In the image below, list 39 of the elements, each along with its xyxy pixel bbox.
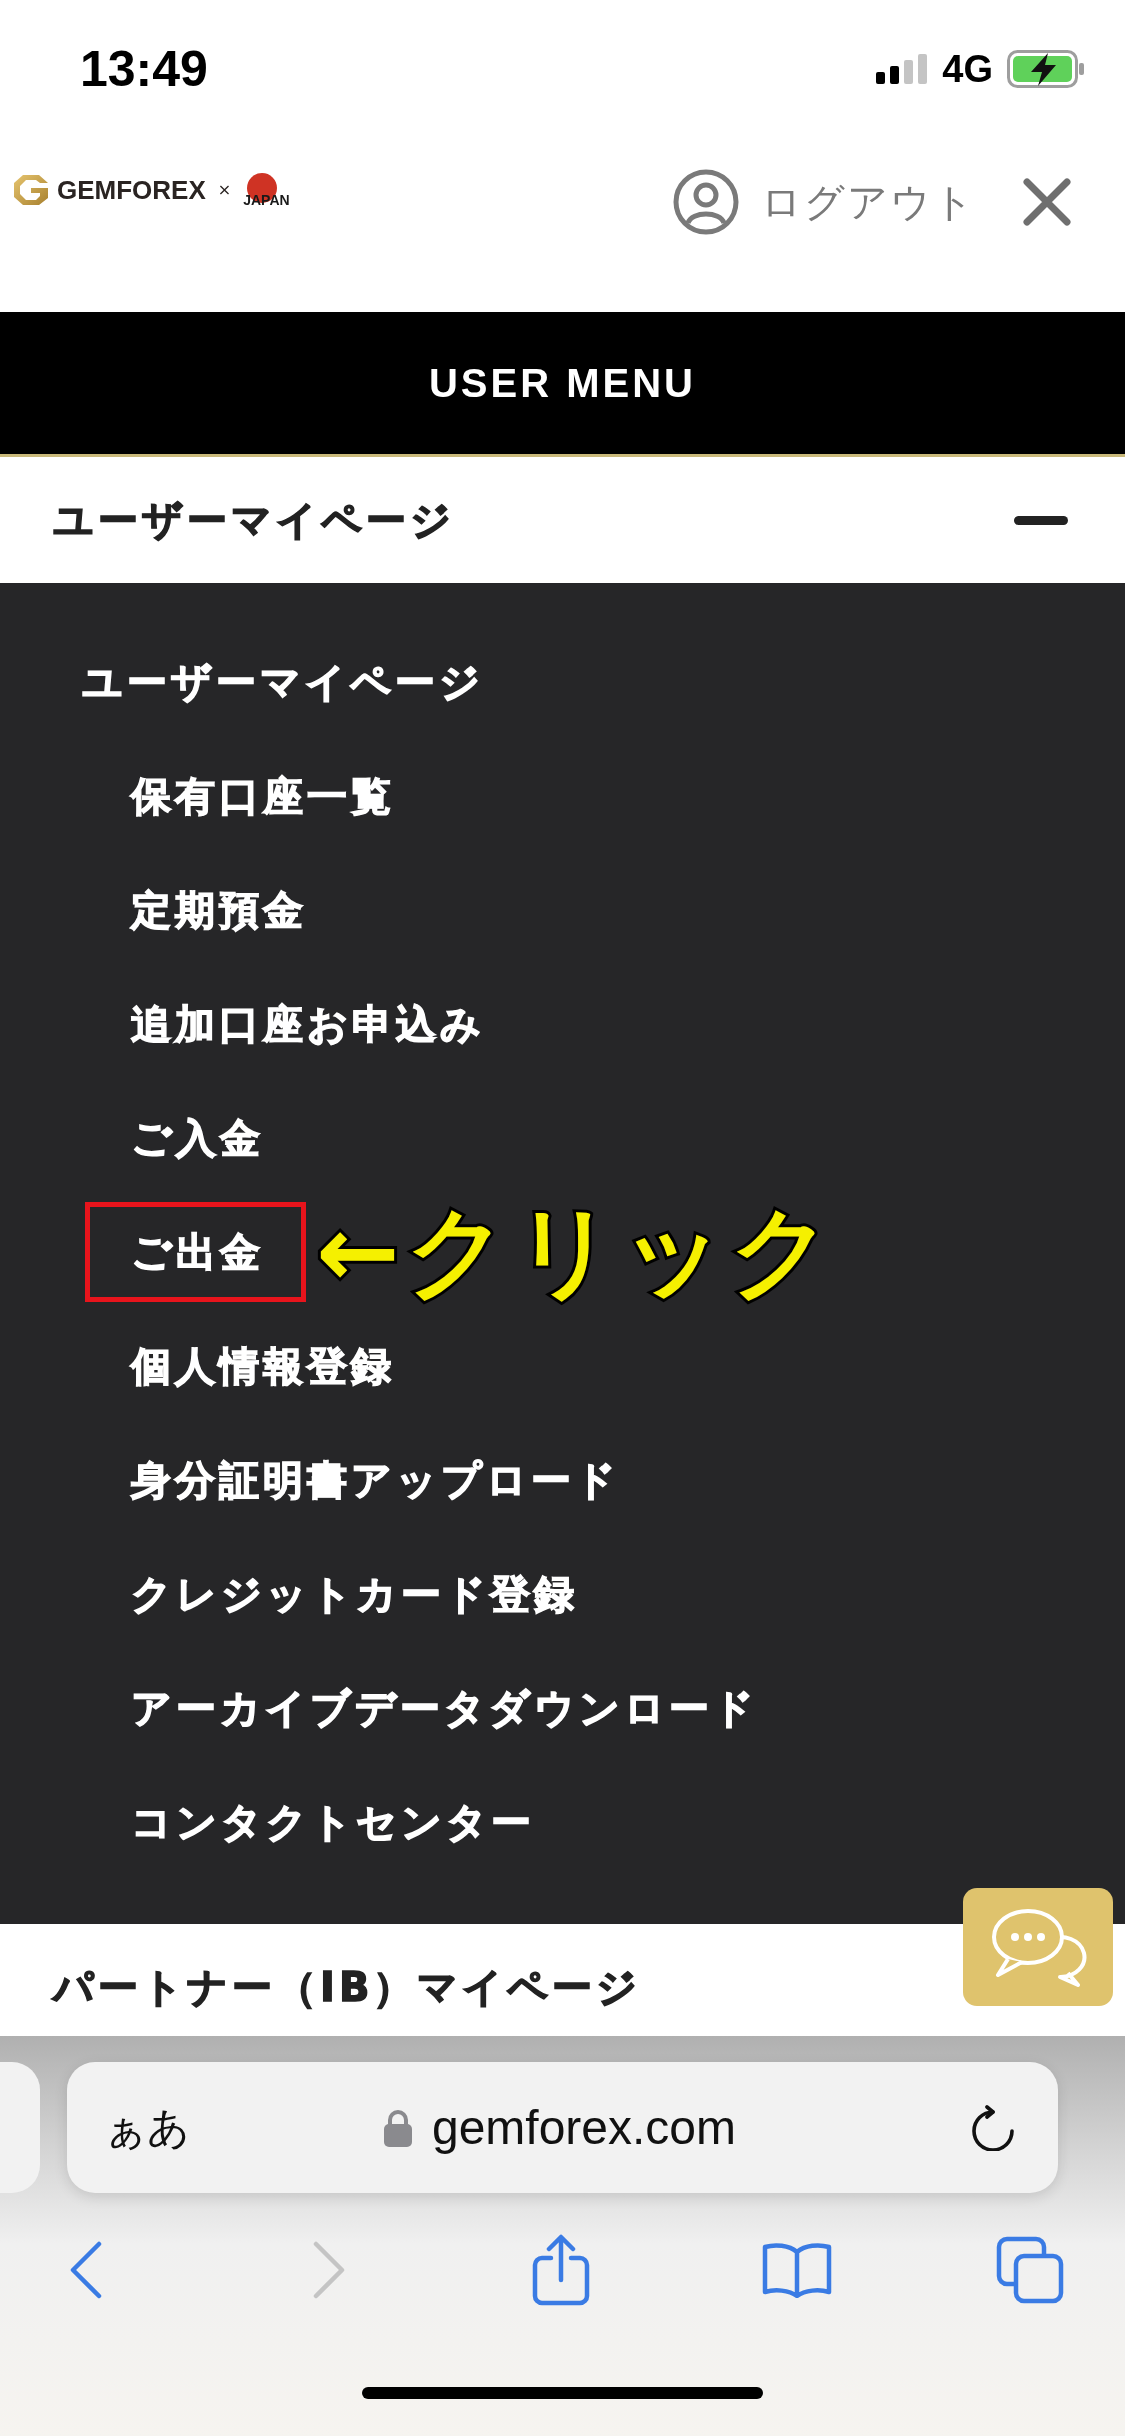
logout-button[interactable]: ログアウト (673, 169, 976, 235)
menu-item[interactable]: 個人情報登録 (131, 1346, 395, 1386)
network-label: 4G (942, 50, 993, 88)
menu-item[interactable]: コンタクトセンター (131, 1802, 535, 1842)
submenu-heading[interactable]: ユーザーマイページ (82, 662, 484, 702)
minus-icon (1014, 515, 1068, 525)
chevron-left-icon (69, 2241, 103, 2299)
battery-charging-icon (1007, 50, 1085, 88)
tabs-icon (996, 2236, 1064, 2304)
menu-title: USER MENU (429, 363, 696, 403)
partner-logo-text: JAPAN (243, 193, 290, 207)
menu-item[interactable]: 身分証明書アップロード (131, 1460, 620, 1500)
logo-mark-icon (13, 173, 49, 207)
menu-item[interactable]: 追加口座お申込み (131, 1004, 485, 1044)
tabs-button[interactable] (995, 2236, 1065, 2304)
status-time: 13:49 (80, 44, 208, 94)
menu-item[interactable]: アーカイブデータダウンロード (131, 1688, 758, 1728)
signal-icon (876, 54, 929, 84)
reload-icon (970, 2104, 1016, 2151)
brand-name: GEMFOREX (57, 177, 206, 203)
menu-item[interactable]: クレジットカード登録 (131, 1574, 578, 1614)
close-button[interactable] (1023, 178, 1071, 226)
user-icon (673, 169, 739, 235)
menu-item[interactable]: ご入金 (131, 1118, 264, 1158)
bookmarks-button[interactable] (761, 2242, 833, 2298)
close-icon (1023, 178, 1071, 226)
address-bar[interactable]: ぁあ gemforex.com (67, 2062, 1058, 2193)
text-size-button[interactable]: ぁあ (104, 2106, 190, 2149)
lock-icon (383, 2108, 412, 2147)
menu-item[interactable]: 保有口座一覧 (131, 776, 395, 816)
menu-item[interactable]: 定期預金 (131, 890, 307, 930)
open-book-icon (761, 2242, 833, 2298)
annotation-text: ←クリック (316, 1202, 838, 1302)
chevron-right-icon (312, 2241, 346, 2299)
logo-separator: × (217, 182, 232, 198)
share-icon (532, 2234, 590, 2306)
menu-item[interactable]: ご出金 (131, 1232, 264, 1272)
url-text: gemforex.com (431, 2103, 737, 2152)
reload-button[interactable] (970, 2104, 1016, 2151)
